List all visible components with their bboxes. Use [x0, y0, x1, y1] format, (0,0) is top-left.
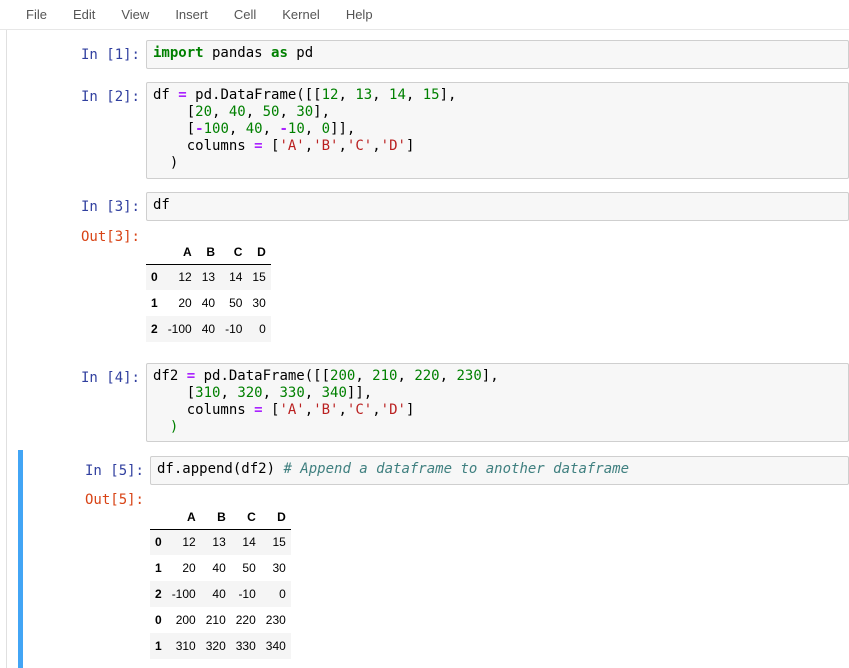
table-row: 1 20 40 50 30 — [146, 290, 271, 316]
menu-bar: File Edit View Insert Cell Kernel Help — [0, 0, 849, 30]
output-prompt: Out[3]: — [80, 229, 140, 245]
table-cell: 14 — [229, 270, 243, 285]
row-index: 2 — [155, 587, 162, 601]
table-cell: 230 — [265, 613, 286, 627]
table-row: 2 -100 40 -10 0 — [146, 316, 271, 342]
dataframe-output: A B C D 0 12 13 14 15 1 20 40 50 30 2 -100 40 -10 0 0 200 210… — [150, 505, 291, 659]
menu-cell[interactable]: Cell — [222, 0, 270, 30]
table-cell: 200 — [175, 613, 196, 627]
code-token: pandas — [203, 45, 272, 61]
code-cell-2[interactable]: In [2]: df = pd.DataFrame([[12, 13, 14, … — [6, 82, 849, 180]
code-input[interactable]: df = pd.DataFrame([[12, 13, 14, 15], [20… — [146, 82, 849, 179]
table-cell: 50 — [242, 561, 256, 575]
table-cell: 20 — [182, 561, 196, 575]
column-header: C — [220, 240, 248, 265]
row-index: 1 — [155, 561, 162, 575]
table-cell: 13 — [201, 270, 216, 285]
column-header: C — [230, 505, 261, 530]
column-header: B — [200, 505, 231, 530]
table-cell: 330 — [235, 639, 256, 653]
code-cell-1[interactable]: In [1]: import pandas as pd — [6, 40, 849, 70]
row-index: 2 — [151, 322, 158, 336]
dataframe-output: A B C D 0 12 13 14 15 1 20 40 50 30 2 -100 40 -10 0 — [146, 240, 271, 342]
column-header: A — [162, 240, 197, 265]
table-cell: 40 — [212, 587, 226, 601]
table-cell: 40 — [212, 561, 226, 575]
table-cell: -100 — [171, 587, 196, 601]
table-row: 0 200 210 220 230 — [150, 607, 291, 633]
table-header-row: ABCD — [146, 240, 271, 265]
column-header — [146, 240, 163, 265]
table-cell: 320 — [205, 639, 226, 653]
column-header: D — [247, 240, 271, 265]
notebook-page: In [1]: import pandas as pd In [2]: df =… — [0, 30, 849, 668]
table-cell: 0 — [259, 322, 266, 336]
code-input[interactable]: df2 = pd.DataFrame([[200, 210, 220, 230]… — [146, 363, 849, 442]
table-row: 1 310 320 330 340 — [150, 633, 291, 659]
table-cell: 12 — [178, 270, 192, 285]
column-header — [150, 505, 167, 530]
row-index: 0 — [155, 535, 162, 550]
menu-edit[interactable]: Edit — [61, 0, 109, 30]
code-token: import — [153, 45, 204, 61]
code-input[interactable]: import pandas as pd — [146, 40, 849, 69]
code-token: pd — [287, 45, 314, 61]
code-text: df.append(df2) — [157, 461, 284, 477]
table-cell: 14 — [242, 535, 256, 550]
input-prompt: In [2]: — [80, 89, 140, 105]
table-row: 0 12 13 14 15 — [150, 529, 291, 555]
code-cell-4[interactable]: In [4]: df2 = pd.DataFrame([[200, 210, 2… — [6, 363, 849, 443]
table-cell: 210 — [205, 613, 226, 627]
output-prompt: Out[5]: — [84, 492, 144, 508]
table-cell: 30 — [272, 561, 286, 575]
menu-file[interactable]: File — [14, 0, 61, 30]
table-cell: 340 — [265, 639, 286, 653]
table-cell: 50 — [229, 296, 243, 310]
table-cell: 15 — [252, 270, 266, 285]
table-cell: 40 — [201, 296, 216, 310]
code-input[interactable]: df.append(df2) # Append a dataframe to a… — [150, 456, 849, 485]
table-cell: 0 — [279, 587, 286, 601]
code-comment: # Append a dataframe to another datafram… — [283, 461, 630, 477]
row-index: 1 — [151, 296, 158, 310]
menu-view[interactable]: View — [109, 0, 163, 30]
table-cell: -10 — [225, 322, 243, 336]
column-header: A — [166, 505, 201, 530]
input-prompt: In [3]: — [80, 199, 140, 215]
table-row: 2 -100 40 -10 0 — [150, 581, 291, 607]
input-prompt: In [4]: — [80, 370, 140, 386]
code-token: as — [271, 45, 288, 61]
menu-insert[interactable]: Insert — [163, 0, 222, 30]
table-cell: -10 — [238, 587, 256, 601]
row-index: 1 — [155, 639, 162, 653]
code-input[interactable]: df — [146, 192, 849, 221]
row-index: 0 — [151, 270, 158, 285]
input-prompt: In [5]: — [84, 463, 144, 479]
input-prompt: In [1]: — [80, 47, 140, 63]
column-header: B — [196, 240, 221, 265]
table-cell: 30 — [252, 296, 266, 310]
table-row: 0 12 13 14 15 — [146, 264, 271, 290]
table-cell: 40 — [201, 322, 216, 336]
code-cell-3[interactable]: In [3]: df Out[3]: A B C D 0 12 13 14 15 1 20 40 50 3… — [6, 192, 849, 352]
menu-help[interactable]: Help — [334, 0, 387, 30]
table-row: 1 20 40 50 30 — [150, 555, 291, 581]
table-cell: 12 — [182, 535, 196, 550]
menu-kernel[interactable]: Kernel — [270, 0, 334, 30]
table-header-row: ABCD — [150, 505, 291, 530]
column-header: D — [260, 505, 291, 530]
code-cell-5[interactable]: In [5]: df.append(df2) # Append a datafr… — [18, 450, 849, 668]
table-cell: 20 — [178, 296, 192, 310]
table-cell: 310 — [175, 639, 196, 653]
table-cell: 220 — [235, 613, 256, 627]
table-cell: 13 — [212, 535, 226, 550]
table-cell: 15 — [272, 535, 286, 550]
table-cell: -100 — [167, 322, 192, 336]
row-index: 0 — [155, 613, 162, 627]
